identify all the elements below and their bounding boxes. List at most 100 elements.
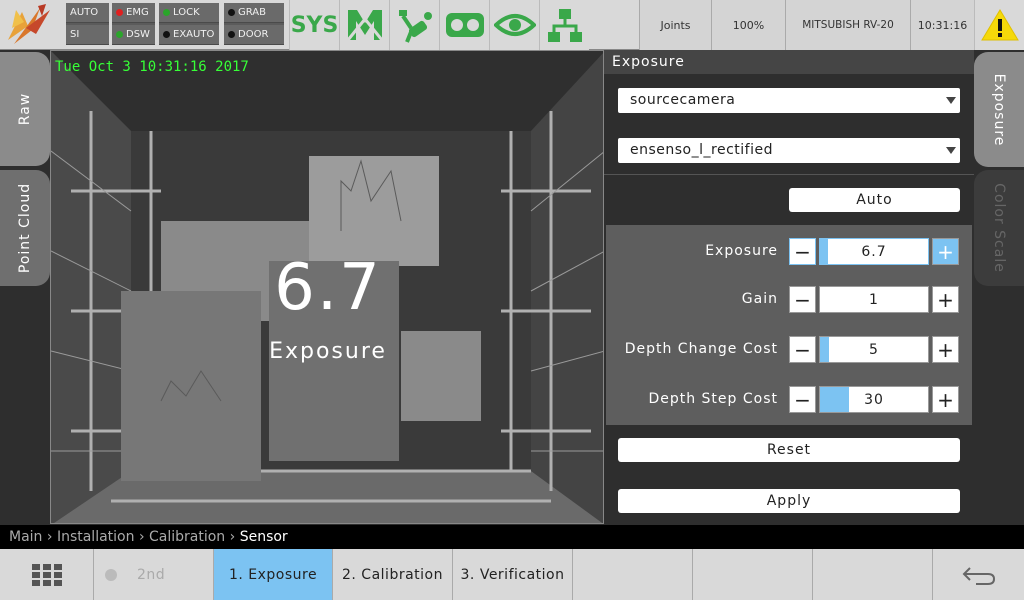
step-verification[interactable]: 3. Verification (452, 549, 572, 600)
breadcrumb-separator: › (46, 529, 57, 545)
exauto-indicator (163, 30, 170, 38)
param-value: 30 (864, 392, 884, 408)
param-value-field[interactable]: 1 (819, 286, 929, 313)
breadcrumb-current: Sensor (239, 529, 288, 545)
decrement-button[interactable]: − (789, 238, 816, 265)
plus-icon: + (937, 287, 954, 312)
increment-button[interactable]: + (932, 238, 959, 265)
minus-icon: − (794, 239, 811, 264)
increment-button[interactable]: + (932, 336, 959, 363)
chevron-down-icon (946, 97, 956, 104)
source-camera-select[interactable]: sourcecamera (618, 88, 960, 113)
status-lock-label: LOCK (173, 7, 200, 18)
breadcrumb: Main › Installation › Calibration › Sens… (0, 525, 1024, 549)
status-lock: LOCK (159, 3, 219, 23)
status-emg-label: EMG (126, 7, 149, 18)
m-logo-button[interactable] (339, 0, 389, 50)
robot-model-button[interactable]: MITSUBISH RV-20 (785, 0, 910, 50)
second-button[interactable]: 2nd (93, 549, 213, 600)
breadcrumb-main[interactable]: Main (9, 529, 42, 545)
joints-button[interactable]: Joints (639, 0, 711, 50)
status-exauto-label: EXAUTO (173, 29, 215, 40)
step-calibration[interactable]: 2. Calibration (332, 549, 452, 600)
tab-point-cloud[interactable]: Point Cloud (0, 170, 50, 286)
camera-view[interactable]: Tue Oct 3 10:31:16 2017 6.7 Exposure (50, 50, 604, 524)
status-door-label: DOOR (238, 29, 269, 40)
network-button[interactable] (539, 0, 589, 50)
speed-button[interactable]: 100% (711, 0, 785, 50)
grid-icon (31, 563, 62, 586)
auto-button[interactable]: Auto (789, 188, 960, 212)
reset-button[interactable]: Reset (618, 438, 960, 462)
tab-exposure-label: Exposure (991, 73, 1007, 146)
stream-select[interactable]: ensenso_l_rectified (618, 138, 960, 163)
menu-grid-button[interactable] (0, 549, 93, 600)
tab-raw-label: Raw (17, 92, 33, 126)
param-value-field[interactable]: 6.7 (819, 238, 929, 265)
status-dsw: DSW (112, 25, 155, 45)
tab-point-cloud-label: Point Cloud (17, 182, 33, 274)
warning-icon (980, 9, 1019, 41)
network-icon (547, 9, 582, 42)
exposure-panel: Exposure sourcecamera ensenso_l_rectifie… (604, 50, 974, 524)
status-group-safety: EMG DSW (112, 3, 155, 45)
back-button[interactable] (932, 549, 1024, 600)
parameter-group: Exposure −6.7 + Gain −1 + Depth Change Cost −5 +… (606, 225, 972, 425)
tab-color-scale[interactable]: Color Scale (974, 170, 1024, 286)
param-value-field[interactable]: 30 (819, 386, 929, 413)
status-auto: AUTO (66, 3, 109, 23)
dsw-indicator (116, 30, 123, 38)
gripper-icon (398, 10, 432, 43)
decrement-button[interactable]: − (789, 336, 816, 363)
plus-icon: + (937, 239, 954, 264)
param-label: Depth Change Cost (624, 341, 778, 357)
gripper-button[interactable] (389, 0, 439, 50)
lock-indicator (163, 8, 170, 16)
sys-button[interactable]: SYS (289, 0, 339, 50)
camera-button[interactable] (439, 0, 489, 50)
bottom-bar: 2nd 1. Exposure 2. Calibration 3. Verifi… (0, 549, 1024, 600)
breadcrumb-separator: › (138, 529, 149, 545)
app-window: AUTO SI EMG DSW LOCK EXAUTO GRAB DOOR SY… (0, 0, 1024, 600)
step-exposure[interactable]: 1. Exposure (213, 549, 332, 600)
empty-slot (692, 549, 812, 600)
panel-title: Exposure (604, 50, 974, 74)
param-label: Exposure (705, 243, 778, 259)
param-label: Depth Step Cost (648, 391, 778, 407)
status-emg: EMG (112, 3, 155, 23)
param-value: 1 (869, 292, 879, 308)
apply-button[interactable]: Apply (618, 489, 960, 513)
param-value-field[interactable]: 5 (819, 336, 929, 363)
status-group-mode: AUTO SI (66, 3, 109, 45)
overlay-value: 6.7 (274, 251, 382, 325)
status-dsw-label: DSW (126, 29, 150, 40)
top-bar: AUTO SI EMG DSW LOCK EXAUTO GRAB DOOR SY… (0, 0, 1024, 50)
breadcrumb-separator: › (229, 529, 240, 545)
warning-button[interactable] (974, 0, 1024, 50)
eye-button[interactable] (489, 0, 539, 50)
second-label: 2nd (137, 566, 166, 583)
camera-timestamp: Tue Oct 3 10:31:16 2017 (55, 59, 249, 75)
door-indicator (228, 30, 235, 38)
clock: 10:31:16 (910, 0, 974, 50)
tab-exposure[interactable]: Exposure (974, 52, 1024, 167)
overlay-label: Exposure (269, 339, 387, 364)
tab-raw[interactable]: Raw (0, 52, 50, 166)
minus-icon: − (794, 387, 811, 412)
breadcrumb-installation[interactable]: Installation (57, 529, 135, 545)
increment-button[interactable]: + (932, 386, 959, 413)
plus-icon: + (937, 387, 954, 412)
status-group-door: GRAB DOOR (224, 3, 284, 45)
logo-icon (0, 0, 60, 50)
decrement-button[interactable]: − (789, 286, 816, 313)
decrement-button[interactable]: − (789, 386, 816, 413)
breadcrumb-calibration[interactable]: Calibration (149, 529, 225, 545)
back-arrow-icon (962, 566, 995, 585)
source-camera-value: sourcecamera (630, 92, 736, 108)
increment-button[interactable]: + (932, 286, 959, 313)
minus-icon: − (794, 337, 811, 362)
divider (604, 174, 974, 175)
tab-color-scale-label: Color Scale (991, 183, 1007, 273)
minus-icon: − (794, 287, 811, 312)
status-group-lock: LOCK EXAUTO (159, 3, 219, 45)
